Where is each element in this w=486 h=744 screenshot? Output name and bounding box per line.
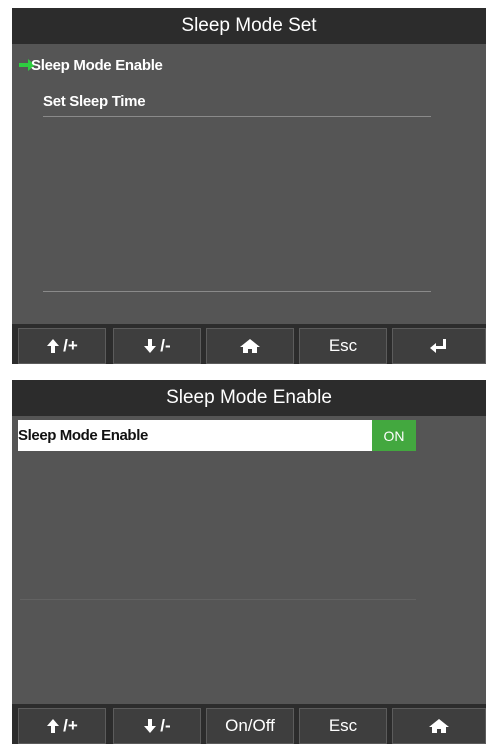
home-icon [429, 719, 449, 733]
page-title: Sleep Mode Set [12, 8, 486, 44]
up-plus-button[interactable]: /+ [18, 708, 106, 744]
esc-button[interactable]: Esc [299, 328, 387, 364]
down-minus-button[interactable]: /- [113, 328, 201, 364]
down-minus-button[interactable]: /- [113, 708, 201, 744]
sleep-mode-toggle[interactable]: ON [372, 420, 416, 451]
menu-item-sleep-mode-enable[interactable]: Sleep Mode Enable [31, 57, 163, 74]
divider [20, 599, 416, 600]
home-button[interactable] [206, 328, 294, 364]
setting-label: Sleep Mode Enable [18, 427, 148, 444]
esc-button[interactable]: Esc [299, 708, 387, 744]
toolbar: /+ /- On/Off Esc [12, 704, 486, 744]
sleep-mode-set-screen: Sleep Mode Set Sleep Mode Enable Set Sle… [12, 8, 486, 364]
up-plus-label: /+ [63, 716, 78, 735]
menu-item-set-sleep-time[interactable]: Set Sleep Time [43, 93, 146, 110]
up-plus-button[interactable]: /+ [18, 328, 106, 364]
enter-button[interactable] [392, 328, 486, 364]
up-plus-label: /+ [63, 336, 78, 355]
up-arrow-icon [47, 339, 60, 353]
divider [43, 291, 431, 292]
page-title: Sleep Mode Enable [12, 380, 486, 416]
up-arrow-icon [47, 719, 60, 733]
divider [43, 116, 431, 117]
down-minus-label: /- [160, 336, 171, 355]
down-arrow-icon [144, 339, 157, 353]
down-arrow-icon [144, 719, 157, 733]
sleep-mode-enable-screen: Sleep Mode Enable Sleep Mode Enable ON /… [12, 380, 486, 744]
home-icon [240, 339, 260, 353]
setting-row-sleep-mode-enable: Sleep Mode Enable ON [18, 420, 416, 451]
down-minus-label: /- [160, 716, 171, 735]
enter-icon [430, 339, 446, 353]
home-button[interactable] [392, 708, 486, 744]
toolbar: /+ /- Esc [12, 324, 486, 364]
on-off-button[interactable]: On/Off [206, 708, 294, 744]
